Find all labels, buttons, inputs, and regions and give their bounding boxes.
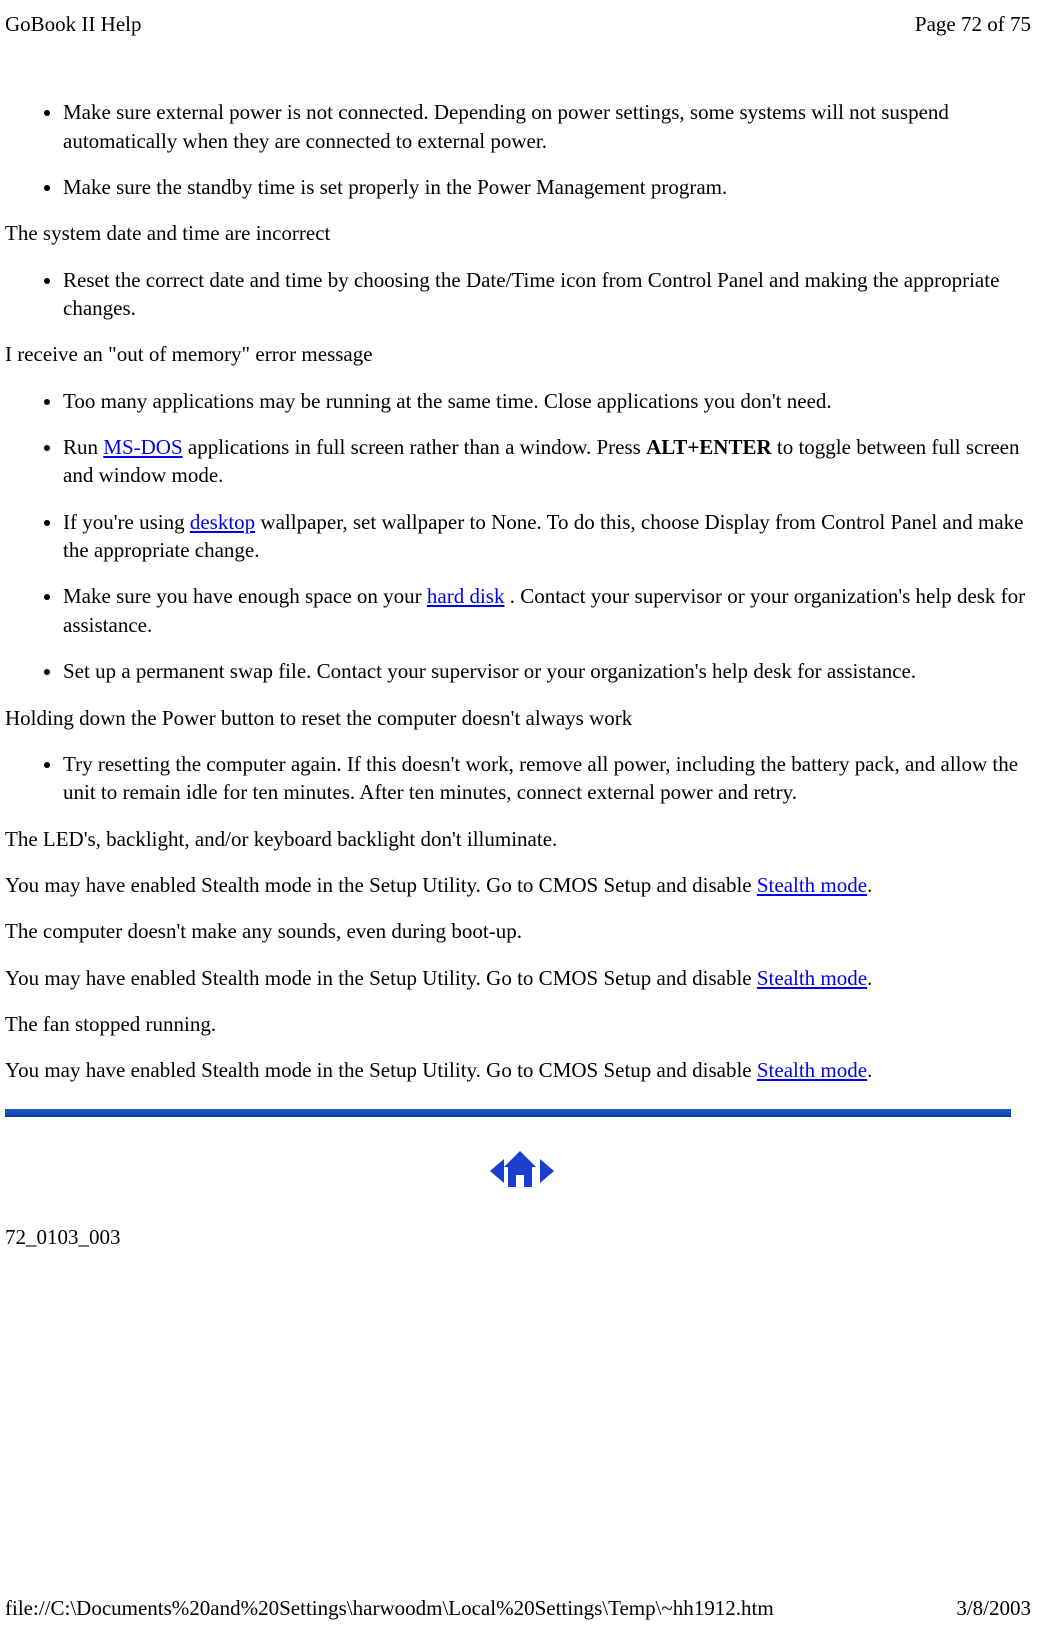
nav-icons bbox=[5, 1147, 1031, 1195]
text-fragment: . bbox=[867, 873, 872, 897]
alt-enter-shortcut: ALT+ENTER bbox=[646, 435, 772, 459]
header-page-info: Page 72 of 75 bbox=[915, 10, 1031, 38]
footer-date: 3/8/2003 bbox=[956, 1594, 1031, 1622]
text-fragment: Run bbox=[63, 435, 103, 459]
text-fragment: If you're using bbox=[63, 510, 190, 534]
troubleshoot-list-1: Make sure external power is not connecte… bbox=[5, 98, 1031, 201]
page-content: Make sure external power is not connecte… bbox=[0, 38, 1051, 1251]
nav-back-icon[interactable] bbox=[468, 1147, 568, 1195]
text-fragment: Make sure you have enough space on your bbox=[63, 584, 427, 608]
heading-led-backlight: The LED's, backlight, and/or keyboard ba… bbox=[5, 825, 1031, 853]
page-header: GoBook II Help Page 72 of 75 bbox=[0, 0, 1051, 38]
list-item: Too many applications may be running at … bbox=[63, 387, 1031, 415]
stealth-mode-link[interactable]: Stealth mode bbox=[757, 1058, 867, 1082]
text-fragment: You may have enabled Stealth mode in the… bbox=[5, 873, 757, 897]
heading-out-of-memory: I receive an "out of memory" error messa… bbox=[5, 340, 1031, 368]
list-item: Make sure you have enough space on your … bbox=[63, 582, 1031, 639]
page-footer: file://C:\Documents%20and%20Settings\har… bbox=[5, 1594, 1031, 1622]
msdos-link[interactable]: MS-DOS bbox=[103, 435, 182, 459]
document-id: 72_0103_003 bbox=[5, 1223, 1031, 1251]
text-fragment: . bbox=[867, 966, 872, 990]
list-item: Reset the correct date and time by choos… bbox=[63, 266, 1031, 323]
hard-disk-link[interactable]: hard disk bbox=[427, 584, 505, 608]
text-fragment: applications in full screen rather than … bbox=[183, 435, 646, 459]
heading-power-button-reset: Holding down the Power button to reset t… bbox=[5, 704, 1031, 732]
text-fragment: You may have enabled Stealth mode in the… bbox=[5, 1058, 757, 1082]
list-item: Make sure external power is not connecte… bbox=[63, 98, 1031, 155]
divider-bar bbox=[5, 1109, 1011, 1117]
list-item: Set up a permanent swap file. Contact yo… bbox=[63, 657, 1031, 685]
stealth-mode-paragraph-1: You may have enabled Stealth mode in the… bbox=[5, 871, 1031, 899]
stealth-mode-link[interactable]: Stealth mode bbox=[757, 966, 867, 990]
troubleshoot-list-2: Reset the correct date and time by choos… bbox=[5, 266, 1031, 323]
heading-datetime-incorrect: The system date and time are incorrect bbox=[5, 219, 1031, 247]
heading-fan-stopped: The fan stopped running. bbox=[5, 1010, 1031, 1038]
list-item: If you're using desktop wallpaper, set w… bbox=[63, 508, 1031, 565]
text-fragment: You may have enabled Stealth mode in the… bbox=[5, 966, 757, 990]
stealth-mode-link[interactable]: Stealth mode bbox=[757, 873, 867, 897]
troubleshoot-list-4: Try resetting the computer again. If thi… bbox=[5, 750, 1031, 807]
stealth-mode-paragraph-3: You may have enabled Stealth mode in the… bbox=[5, 1056, 1031, 1084]
header-title: GoBook II Help bbox=[5, 10, 141, 38]
list-item: Run MS-DOS applications in full screen r… bbox=[63, 433, 1031, 490]
troubleshoot-list-3: Too many applications may be running at … bbox=[5, 387, 1031, 686]
desktop-link[interactable]: desktop bbox=[190, 510, 255, 534]
list-item: Try resetting the computer again. If thi… bbox=[63, 750, 1031, 807]
heading-no-sounds: The computer doesn't make any sounds, ev… bbox=[5, 917, 1031, 945]
list-item: Make sure the standby time is set proper… bbox=[63, 173, 1031, 201]
stealth-mode-paragraph-2: You may have enabled Stealth mode in the… bbox=[5, 964, 1031, 992]
footer-path: file://C:\Documents%20and%20Settings\har… bbox=[5, 1594, 774, 1622]
text-fragment: . bbox=[867, 1058, 872, 1082]
